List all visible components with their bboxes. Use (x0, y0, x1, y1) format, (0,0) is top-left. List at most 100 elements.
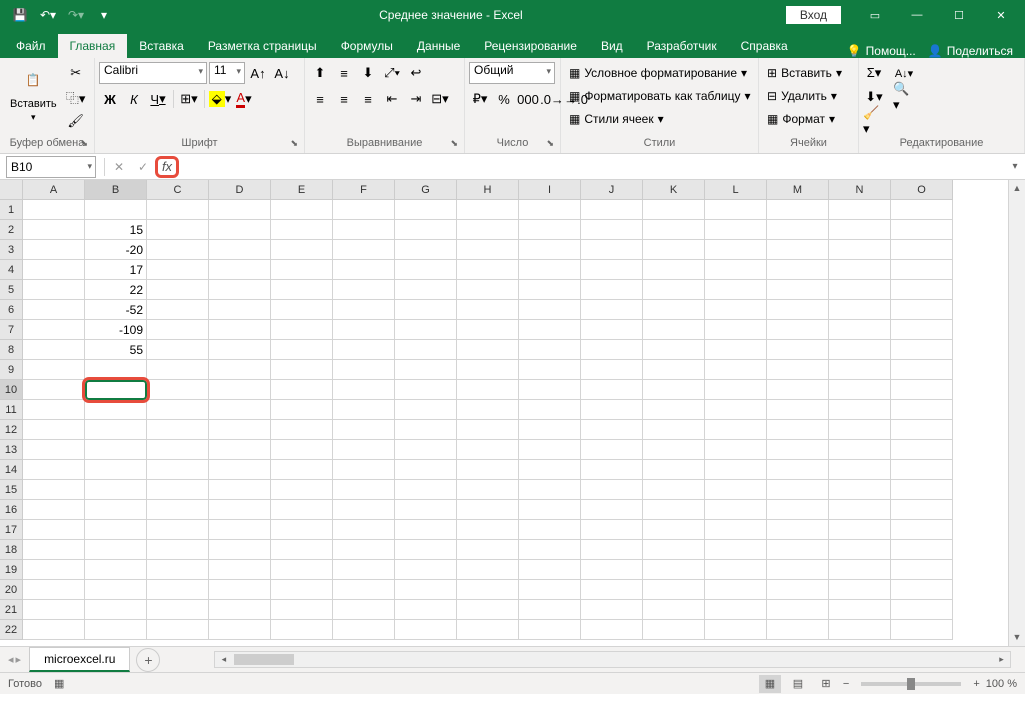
cell[interactable] (519, 460, 581, 480)
cell[interactable] (705, 340, 767, 360)
cell[interactable]: -20 (85, 240, 147, 260)
tab-review[interactable]: Рецензирование (472, 34, 589, 58)
cell[interactable] (395, 200, 457, 220)
cell[interactable] (333, 240, 395, 260)
cell[interactable] (581, 280, 643, 300)
cell[interactable] (643, 460, 705, 480)
clear-button[interactable]: 🧹▾ (863, 110, 885, 132)
cell[interactable] (23, 300, 85, 320)
cell[interactable] (271, 320, 333, 340)
cell[interactable] (519, 420, 581, 440)
cell[interactable] (209, 460, 271, 480)
cell[interactable] (85, 360, 147, 380)
column-header[interactable]: H (457, 180, 519, 200)
cell[interactable] (767, 220, 829, 240)
cell[interactable] (333, 220, 395, 240)
cell[interactable] (891, 560, 953, 580)
cell[interactable] (457, 300, 519, 320)
cell[interactable] (395, 320, 457, 340)
tab-view[interactable]: Вид (589, 34, 635, 58)
save-button[interactable]: 💾 (8, 3, 32, 27)
column-header[interactable]: D (209, 180, 271, 200)
italic-button[interactable]: К (123, 88, 145, 110)
cells-area[interactable]: 15-201722-52-10955 (23, 200, 1025, 646)
qat-customize[interactable]: ▾ (92, 3, 116, 27)
column-header[interactable]: L (705, 180, 767, 200)
cell[interactable] (767, 380, 829, 400)
add-sheet-button[interactable]: + (136, 648, 160, 672)
column-header[interactable]: K (643, 180, 705, 200)
cell[interactable] (333, 440, 395, 460)
cell[interactable] (519, 240, 581, 260)
increase-font-button[interactable]: A↑ (247, 62, 269, 84)
cell[interactable] (457, 380, 519, 400)
cell[interactable] (271, 620, 333, 640)
cell[interactable] (23, 260, 85, 280)
row-header[interactable]: 16 (0, 500, 23, 520)
cell[interactable] (767, 260, 829, 280)
cell[interactable] (147, 420, 209, 440)
cell[interactable] (643, 500, 705, 520)
cell[interactable] (643, 420, 705, 440)
cell[interactable] (271, 440, 333, 460)
cell[interactable] (23, 320, 85, 340)
indent-increase-button[interactable]: ⇥ (405, 88, 427, 110)
column-header[interactable]: B (85, 180, 147, 200)
column-header[interactable]: E (271, 180, 333, 200)
cell[interactable] (147, 620, 209, 640)
cell[interactable] (767, 480, 829, 500)
conditional-formatting-button[interactable]: ▦ Условное форматирование▾ (565, 62, 751, 84)
cell[interactable] (147, 360, 209, 380)
row-header[interactable]: 18 (0, 540, 23, 560)
cell[interactable] (333, 280, 395, 300)
cell[interactable] (457, 540, 519, 560)
cell[interactable] (23, 380, 85, 400)
column-header[interactable]: A (23, 180, 85, 200)
cell[interactable] (767, 580, 829, 600)
cell[interactable] (85, 580, 147, 600)
cell[interactable] (457, 620, 519, 640)
column-header[interactable]: I (519, 180, 581, 200)
cell[interactable] (333, 480, 395, 500)
cell[interactable] (705, 360, 767, 380)
cell[interactable] (209, 600, 271, 620)
expand-formula-bar[interactable]: ▾ (1005, 161, 1025, 172)
scroll-down-button[interactable]: ▼ (1009, 629, 1025, 646)
cell[interactable] (581, 600, 643, 620)
cell[interactable] (85, 620, 147, 640)
cell[interactable] (209, 400, 271, 420)
cell[interactable] (891, 600, 953, 620)
cell[interactable] (457, 520, 519, 540)
cell[interactable] (705, 440, 767, 460)
cell[interactable] (147, 480, 209, 500)
cell[interactable] (767, 300, 829, 320)
cell[interactable] (519, 220, 581, 240)
cell[interactable] (457, 260, 519, 280)
cell[interactable] (643, 620, 705, 640)
comma-button[interactable]: 000 (517, 88, 539, 110)
cell[interactable] (23, 600, 85, 620)
cell[interactable] (85, 480, 147, 500)
row-header[interactable]: 21 (0, 600, 23, 620)
row-header[interactable]: 19 (0, 560, 23, 580)
cell[interactable] (581, 400, 643, 420)
cell[interactable] (767, 200, 829, 220)
cell[interactable] (23, 280, 85, 300)
cell[interactable] (891, 340, 953, 360)
delete-cells-button[interactable]: ⊟ Удалить ▾ (763, 85, 841, 107)
cell[interactable] (85, 380, 147, 400)
tab-file[interactable]: Файл (4, 34, 58, 58)
cell[interactable] (23, 400, 85, 420)
cell[interactable] (457, 600, 519, 620)
cell[interactable] (457, 500, 519, 520)
cell[interactable] (457, 240, 519, 260)
cell[interactable] (581, 540, 643, 560)
cell[interactable] (519, 260, 581, 280)
cell[interactable] (519, 620, 581, 640)
select-all-corner[interactable] (0, 180, 23, 200)
cell[interactable] (581, 440, 643, 460)
sheet-nav-first[interactable]: ◂ (8, 653, 14, 666)
scroll-right-button[interactable]: ▸ (993, 652, 1010, 667)
cell[interactable] (23, 480, 85, 500)
cell[interactable] (891, 400, 953, 420)
